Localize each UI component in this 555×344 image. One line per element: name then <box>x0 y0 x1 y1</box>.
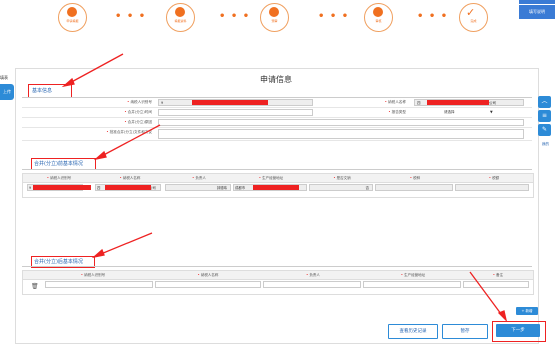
step-3: 预审 <box>260 3 289 32</box>
table-row: 9 四公司 钟德玮 成都市 否 <box>22 182 534 198</box>
col-header: • 纳税人识别号 <box>80 273 106 277</box>
step-4-label: 审核 <box>375 19 382 23</box>
audit-icon <box>373 7 383 17</box>
col-header: • 是否文销 <box>333 176 351 180</box>
report-type-label: • 报告类型 <box>388 110 406 114</box>
review-icon <box>269 7 279 17</box>
merge-reason-input[interactable] <box>158 119 524 126</box>
form-row: • 批准合并(分立)文件和决议 <box>22 128 532 141</box>
step-dots: • • • <box>417 11 449 22</box>
merge-reason-label: • 合并(分立)原因 <box>124 120 152 124</box>
col-header: • 纳税人识别号 <box>46 176 72 180</box>
redaction-bar <box>427 100 489 105</box>
left-upload-tab[interactable]: 上传 <box>0 84 14 100</box>
step-dots: • • • <box>115 11 147 22</box>
col-header: • 税种 <box>409 176 421 180</box>
divider <box>22 169 532 170</box>
cell-principal[interactable] <box>263 281 361 288</box>
taxpayer-id-label: • 纳税人识别号 <box>127 100 152 104</box>
step-dots: • • • <box>318 11 350 22</box>
redaction-bar <box>105 185 151 190</box>
table-row: 🗑 <box>22 279 534 295</box>
pencil-icon[interactable]: ✎ <box>538 124 551 136</box>
step-5: ✓ 完成 <box>459 3 488 32</box>
merge-time-label: • 合并(分立)时间 <box>124 110 152 114</box>
form-row: • 纳税人识别号 9 • 纳税人名称 四公司 <box>22 98 532 108</box>
check-icon: ✓ <box>466 6 476 19</box>
step-2: 填报资料 <box>166 3 195 32</box>
redaction-bar <box>192 100 268 105</box>
page-title: 申请信息 <box>260 75 292 84</box>
basic-info-title: 基本信息 <box>32 88 53 94</box>
left-panel-heading: 填表 <box>0 75 8 80</box>
cell-address[interactable] <box>363 281 461 288</box>
chevron-up-icon[interactable]: ︿ <box>538 96 551 108</box>
col-header: • 生产经营地址 <box>400 273 426 277</box>
merge-time-input[interactable] <box>158 109 313 116</box>
redaction-bar <box>253 185 299 190</box>
add-row-button[interactable]: + 新增 <box>516 307 538 315</box>
step-3-label: 预审 <box>271 19 278 23</box>
approval-doc-input[interactable] <box>158 129 524 139</box>
step-5-label: 完成 <box>470 19 477 23</box>
step-progress-bar: 申请填报 • • • 填报资料 • • • 预审 • • • 审核 • • • … <box>0 0 555 40</box>
form-row: • 合并(分立)时间 • 报告类型 请选择 ▼ <box>22 108 532 118</box>
cell-tax-amount[interactable] <box>455 184 529 191</box>
cell-taxpayer-id[interactable] <box>45 281 153 288</box>
next-step-highlight <box>492 321 546 342</box>
document-icon <box>175 7 185 17</box>
after-section-title: 合并(分立)后基本情况 <box>34 259 83 265</box>
step-2-label: 填报资料 <box>174 19 187 23</box>
step-dots: • • • <box>219 11 251 22</box>
report-type-select[interactable]: 请选择 ▼ <box>442 109 502 116</box>
step-1-label: 申请填报 <box>66 19 79 23</box>
right-float-text[interactable]: 我的 <box>538 142 553 147</box>
before-section-title: 合并(分立)前基本情况 <box>34 161 83 167</box>
help-top-bar <box>519 0 555 4</box>
step-1: 申请填报 <box>58 3 87 32</box>
cell-tax-type[interactable] <box>375 184 453 191</box>
col-header: • 税额 <box>488 176 500 180</box>
taxpayer-name-label: • 纳税人名称 <box>384 100 406 104</box>
col-header: • 纳税人名称 <box>119 176 141 180</box>
help-button[interactable]: 填写说明 <box>519 5 555 19</box>
cell-cancel[interactable]: 否 <box>309 184 373 191</box>
dropdown-arrow-icon: ▼ <box>490 110 493 114</box>
list-icon[interactable]: ≡ <box>538 110 551 122</box>
approval-doc-label: • 批准合并(分立)文件和决议 <box>106 130 152 134</box>
col-header: • 负责人 <box>192 176 206 180</box>
save-draft-button[interactable]: 暂存 <box>442 324 488 339</box>
trash-icon[interactable]: 🗑 <box>31 283 39 290</box>
divider <box>22 266 532 267</box>
col-header: • 生产经营地址 <box>258 176 284 180</box>
col-header: • 负责人 <box>306 273 320 277</box>
redaction-bar <box>33 185 91 190</box>
col-header: • 纳税人名称 <box>197 273 219 277</box>
view-history-button[interactable]: 查看历史记录 <box>388 324 438 339</box>
cell-principal[interactable]: 钟德玮 <box>165 184 231 191</box>
cell-taxpayer-name[interactable] <box>155 281 261 288</box>
form-row: • 合并(分立)原因 <box>22 118 532 128</box>
step-4: 审核 <box>364 3 393 32</box>
col-header: • 备注 <box>492 273 504 277</box>
application-icon <box>67 7 77 17</box>
cell-remarks[interactable] <box>463 281 529 288</box>
